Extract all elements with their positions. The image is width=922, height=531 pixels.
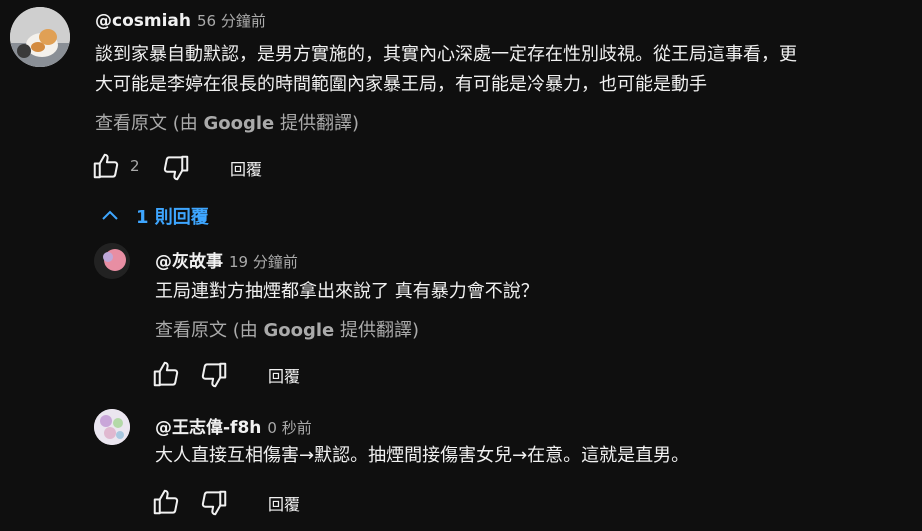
like-button[interactable] [151, 487, 181, 517]
reply-author-name[interactable]: @灰故事 [155, 252, 223, 272]
chevron-up-icon [102, 210, 118, 220]
see-original-link[interactable]: 查看原文 (由 Google 提供翻譯) [95, 109, 359, 135]
reply-avatar[interactable] [94, 243, 130, 279]
thumbs-down-icon [163, 155, 189, 181]
reply-text: 王局連對方抽煙都拿出來說了 真有暴力會不說？ [155, 281, 539, 302]
thumbs-down-icon [201, 490, 227, 516]
reply-text: 大人直接互相傷害→默認。抽煙間接傷害女兒→在意。這就是直男。 [155, 445, 690, 466]
comment-text-line-1: 談到家暴自動默認，是男方實施的，其實內心深處一定存在性別歧視。從王局這事看，更 [95, 44, 797, 65]
comment-time[interactable]: 56 分鐘前 [197, 12, 266, 30]
reply-button[interactable]: 回覆 [268, 491, 300, 515]
cat-avatar-icon [10, 7, 70, 67]
flower-avatar-icon [94, 409, 130, 445]
dislike-button[interactable] [199, 360, 229, 390]
reply-avatar[interactable] [94, 409, 130, 445]
like-button[interactable] [151, 359, 181, 389]
translate-suffix: 提供翻譯) [274, 113, 359, 134]
reply-author[interactable]: @王志偉-f8h 0 秒前 [155, 413, 312, 438]
see-original-link[interactable]: 查看原文 (由 Google 提供翻譯) [155, 316, 419, 342]
comment-author-name[interactable]: @cosmiah [95, 11, 191, 31]
reply-button[interactable]: 回覆 [268, 363, 300, 387]
comment-text-line-2: 大可能是李婷在很長的時間範圍內家暴王局，有可能是冷暴力，也可能是動手 [95, 74, 707, 95]
translate-brand: Google [263, 320, 335, 341]
comment-author[interactable]: @cosmiah 56 分鐘前 [95, 10, 266, 31]
translate-suffix: 提供翻譯) [334, 320, 419, 341]
reply-author-name[interactable]: @王志偉-f8h [155, 418, 261, 438]
commenter-avatar[interactable] [10, 7, 70, 67]
translate-prefix: 查看原文 (由 [95, 113, 204, 134]
thumbs-up-icon [153, 489, 179, 515]
reply-time[interactable]: 0 秒前 [267, 419, 311, 437]
dislike-button[interactable] [161, 153, 191, 183]
reply-author[interactable]: @灰故事 19 分鐘前 [155, 247, 298, 272]
like-button[interactable] [91, 151, 121, 181]
replies-toggle[interactable]: 1 則回覆 [98, 203, 209, 229]
person-avatar-icon [94, 243, 130, 279]
dislike-button[interactable] [199, 488, 229, 518]
translate-prefix: 查看原文 (由 [155, 320, 264, 341]
like-count: 2 [130, 157, 140, 175]
thumbs-up-icon [153, 361, 179, 387]
translate-brand: Google [203, 113, 275, 134]
reply-time[interactable]: 19 分鐘前 [229, 253, 298, 271]
thumbs-down-icon [201, 362, 227, 388]
reply-button[interactable]: 回覆 [230, 156, 262, 180]
thumbs-up-icon [93, 153, 119, 179]
replies-count-label: 1 則回覆 [136, 207, 209, 228]
